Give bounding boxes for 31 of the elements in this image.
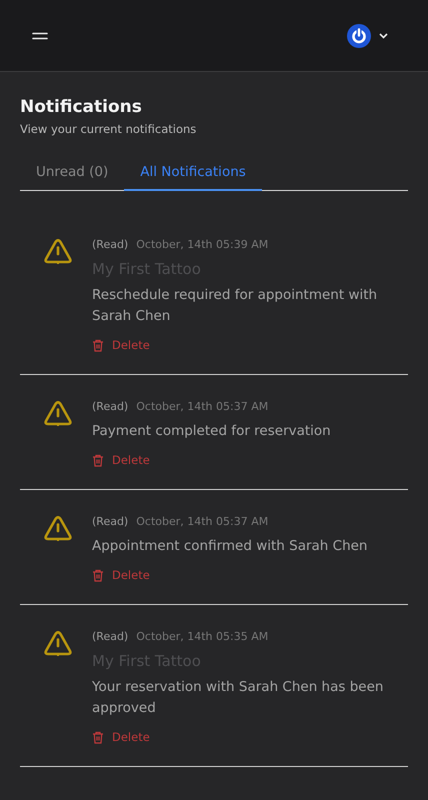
warning-icon — [44, 239, 72, 265]
warning-icon — [44, 631, 72, 657]
notification-message: Your reservation with Sarah Chen has been approved — [92, 678, 384, 718]
trash-icon — [92, 454, 104, 466]
read-status: (Read) — [92, 514, 128, 530]
timestamp: October, 14th 05:37 AM — [136, 514, 268, 530]
trash-icon — [92, 730, 104, 744]
delete-button[interactable]: Delete — [92, 568, 150, 582]
tab[interactable]: Unread (0) — [20, 158, 124, 191]
timestamp: October, 14th 05:39 AM — [136, 237, 268, 253]
delete-button[interactable]: Delete — [92, 730, 150, 744]
notification-message: Payment completed for reservation — [92, 422, 332, 441]
timestamp: October, 14th 05:37 AM — [136, 399, 268, 415]
warning-icon — [44, 401, 72, 427]
delete-button[interactable]: Delete — [92, 338, 150, 352]
trash-icon — [92, 338, 104, 352]
read-status: (Read) — [92, 399, 128, 415]
chevron-down-icon[interactable] — [379, 32, 388, 38]
page-subtitle: View your current notifications — [20, 122, 198, 136]
timestamp: October, 14th 05:35 AM — [136, 629, 268, 645]
tab[interactable]: All Notifications — [124, 158, 262, 191]
page-title: Notifications — [20, 96, 143, 118]
warning-icon — [44, 516, 72, 542]
delete-button[interactable]: Delete — [92, 453, 150, 467]
notification-message: Reschedule required for appointment with Sarah Chen — [92, 286, 378, 326]
read-status: (Read) — [92, 629, 128, 645]
notification-message: Appointment confirmed with Sarah Chen — [92, 537, 368, 556]
trash-icon — [92, 568, 104, 582]
read-status: (Read) — [92, 237, 128, 253]
avatar-icon[interactable] — [347, 24, 371, 48]
menu-icon[interactable] — [32, 32, 48, 40]
